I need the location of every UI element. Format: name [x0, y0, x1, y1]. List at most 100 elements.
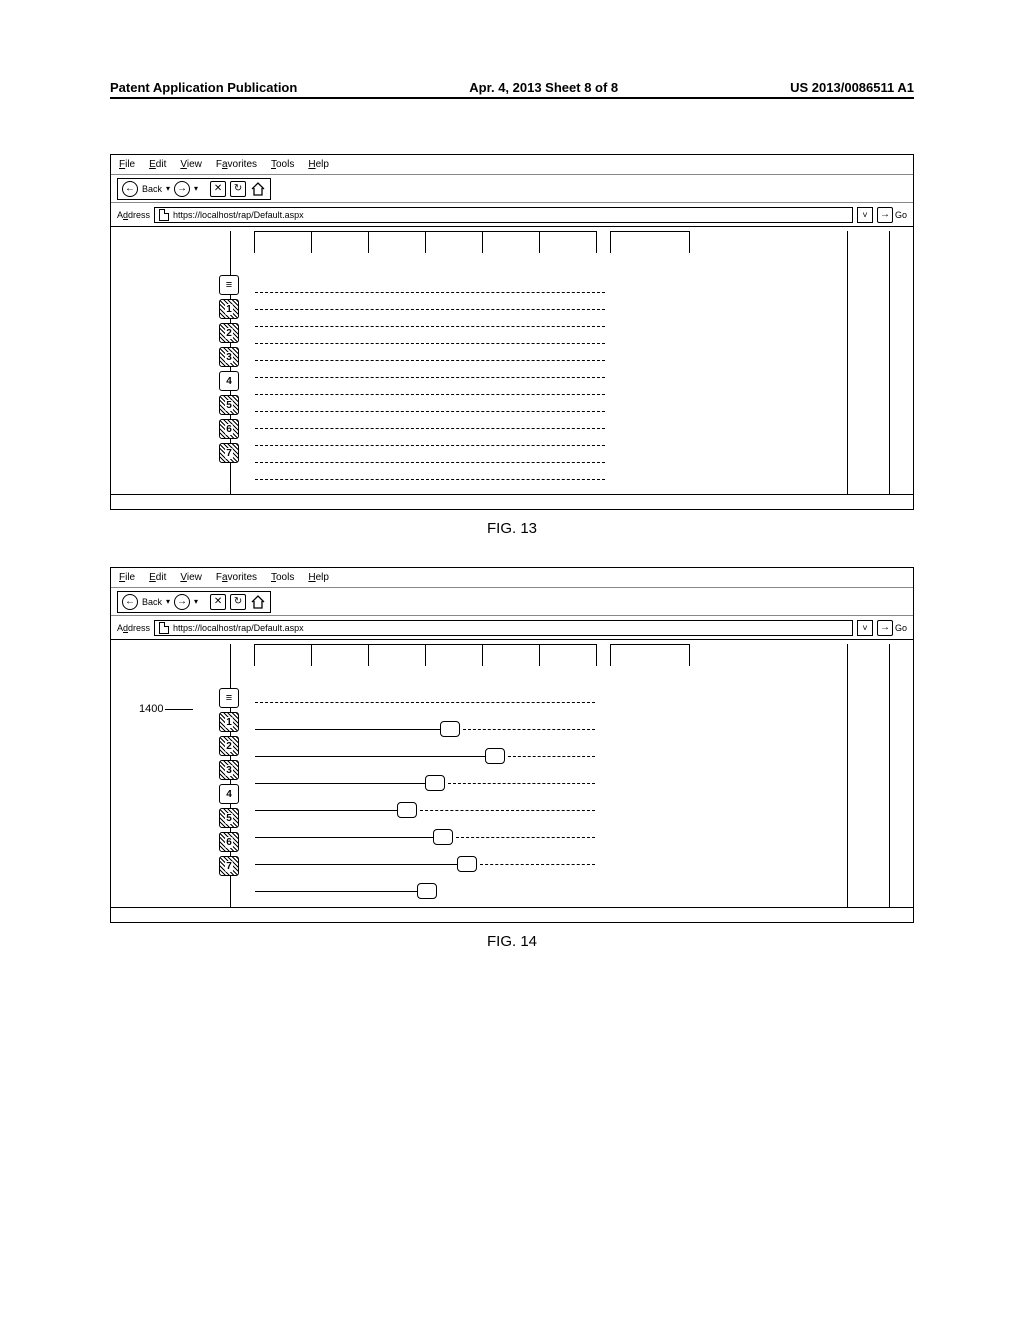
nav-tab-6[interactable]: 6 — [219, 419, 239, 439]
top-tab[interactable] — [610, 231, 690, 253]
data-node — [440, 721, 460, 737]
content-line — [255, 419, 605, 429]
chart-row — [255, 858, 839, 885]
menu-favorites[interactable]: Favorites — [216, 159, 257, 170]
top-tab[interactable] — [254, 231, 312, 253]
back-dropdown-icon[interactable]: ▾ — [166, 184, 170, 193]
top-tab[interactable] — [425, 644, 483, 666]
address-field[interactable]: https://localhost/rap/Default.aspx — [154, 620, 853, 636]
chart-row — [255, 777, 839, 804]
top-tab[interactable] — [254, 644, 312, 666]
patent-header: Patent Application Publication Apr. 4, 2… — [110, 80, 914, 99]
right-panel — [847, 231, 889, 494]
top-tab[interactable] — [368, 231, 426, 253]
top-tab[interactable] — [311, 644, 369, 666]
nav-tab-4[interactable]: 4 — [219, 784, 239, 804]
go-button[interactable]: → Go — [877, 620, 907, 636]
stop-icon[interactable]: ✕ — [210, 594, 226, 610]
header-right: US 2013/0086511 A1 — [790, 80, 914, 95]
back-icon[interactable]: ← — [122, 181, 138, 197]
forward-dropdown-icon[interactable]: ▾ — [194, 184, 198, 193]
browser-window: File Edit View Favorites Tools Help ← Ba… — [110, 567, 914, 923]
menu-file[interactable]: File — [119, 572, 135, 583]
nav-tab-1[interactable]: 1 — [219, 712, 239, 732]
menu-view[interactable]: View — [180, 572, 202, 583]
go-button[interactable]: → Go — [877, 207, 907, 223]
go-label: Go — [895, 210, 907, 220]
chart-row — [255, 696, 839, 723]
top-tab[interactable] — [539, 231, 597, 253]
menu-favorites[interactable]: Favorites — [216, 572, 257, 583]
refresh-icon[interactable]: ↻ — [230, 181, 246, 197]
address-dropdown-icon[interactable]: ˅ — [857, 620, 873, 636]
nav-tab-7[interactable]: 7 — [219, 443, 239, 463]
content-line — [255, 810, 397, 811]
callout-label: 1400 — [139, 703, 163, 715]
content-line — [480, 864, 595, 865]
menu-help[interactable]: Help — [308, 159, 329, 170]
content-area: 1400 1 2 3 4 5 6 7 — [111, 640, 913, 908]
nav-tab-3[interactable]: 3 — [219, 760, 239, 780]
forward-icon[interactable]: → — [174, 594, 190, 610]
nav-tab-5[interactable]: 5 — [219, 395, 239, 415]
scrollbar-panel[interactable] — [889, 231, 913, 494]
header-center: Apr. 4, 2013 Sheet 8 of 8 — [469, 80, 618, 95]
address-field[interactable]: https://localhost/rap/Default.aspx — [154, 207, 853, 223]
top-tab[interactable] — [482, 231, 540, 253]
back-dropdown-icon[interactable]: ▾ — [166, 597, 170, 606]
refresh-icon[interactable]: ↻ — [230, 594, 246, 610]
document-icon — [226, 279, 232, 291]
menu-view[interactable]: View — [180, 159, 202, 170]
figure-caption: FIG. 14 — [110, 933, 914, 950]
content-line — [255, 402, 605, 412]
nav-tab-5[interactable]: 5 — [219, 808, 239, 828]
top-tab[interactable] — [311, 231, 369, 253]
address-bar: Address https://localhost/rap/Default.as… — [111, 616, 913, 640]
top-tab[interactable] — [539, 644, 597, 666]
menu-edit[interactable]: Edit — [149, 572, 166, 583]
top-tab[interactable] — [425, 231, 483, 253]
content-line — [508, 756, 595, 757]
home-icon[interactable] — [250, 181, 266, 197]
text-lines — [255, 253, 839, 480]
data-node — [485, 748, 505, 764]
top-tab[interactable] — [368, 644, 426, 666]
figure-13: File Edit View Favorites Tools Help ← Ba… — [110, 154, 914, 537]
content-line — [255, 729, 440, 730]
toolbar: ← Back ▾ → ▾ ✕ ↻ — [111, 588, 913, 616]
vertical-nav: 1 2 3 4 5 6 7 — [219, 231, 243, 494]
stop-icon[interactable]: ✕ — [210, 181, 226, 197]
nav-tab-2[interactable]: 2 — [219, 323, 239, 343]
menu-edit[interactable]: Edit — [149, 159, 166, 170]
nav-tab-doc[interactable] — [219, 275, 239, 295]
nav-tab-3[interactable]: 3 — [219, 347, 239, 367]
forward-dropdown-icon[interactable]: ▾ — [194, 597, 198, 606]
nav-button-group: ← Back ▾ → ▾ ✕ ↻ — [117, 591, 271, 613]
callout-leader — [165, 709, 193, 710]
go-arrow-icon: → — [877, 207, 893, 223]
back-icon[interactable]: ← — [122, 594, 138, 610]
header-left: Patent Application Publication — [110, 80, 297, 95]
menu-help[interactable]: Help — [308, 572, 329, 583]
nav-tab-1[interactable]: 1 — [219, 299, 239, 319]
home-icon[interactable] — [250, 594, 266, 610]
nav-tab-doc[interactable] — [219, 688, 239, 708]
chart-row — [255, 750, 839, 777]
nav-tab-2[interactable]: 2 — [219, 736, 239, 756]
address-dropdown-icon[interactable]: ˅ — [857, 207, 873, 223]
menu-file[interactable]: File — [119, 159, 135, 170]
scrollbar-panel[interactable] — [889, 644, 913, 907]
content-line — [255, 334, 605, 344]
data-node — [425, 775, 445, 791]
content-line — [255, 453, 605, 463]
top-tab[interactable] — [610, 644, 690, 666]
nav-tab-4[interactable]: 4 — [219, 371, 239, 391]
top-tab[interactable] — [482, 644, 540, 666]
forward-icon[interactable]: → — [174, 181, 190, 197]
nav-tab-6[interactable]: 6 — [219, 832, 239, 852]
page-icon — [159, 622, 169, 634]
menu-tools[interactable]: Tools — [271, 159, 294, 170]
menu-tools[interactable]: Tools — [271, 572, 294, 583]
content-line — [255, 891, 417, 892]
nav-tab-7[interactable]: 7 — [219, 856, 239, 876]
